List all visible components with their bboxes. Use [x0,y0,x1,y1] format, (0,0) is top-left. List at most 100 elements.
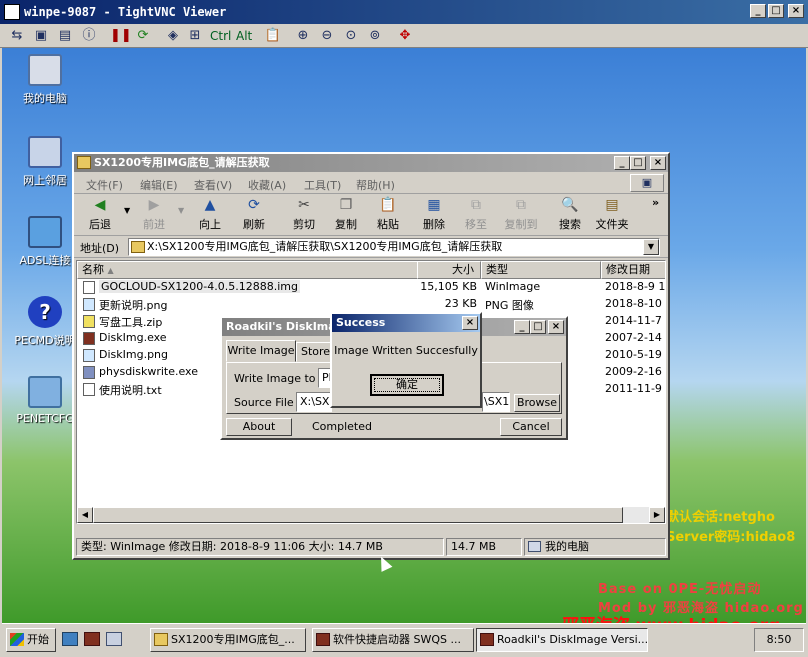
cut-icon: ✂ [298,197,310,213]
folder-icon [77,156,91,169]
task-diskimage[interactable]: Roadkil's DiskImage Versi... [476,628,648,652]
help-icon: ? [28,296,62,328]
options-icon[interactable]: ▤ [56,27,74,45]
address-dropdown-icon[interactable]: ▼ [643,239,659,255]
column-header-type[interactable]: 类型 [481,261,601,279]
tab-label: Store [301,345,331,358]
column-header-size[interactable]: 大小 [417,261,481,279]
watermark-session: 默认会话:netgho [666,510,775,525]
browse-button[interactable]: Browse [514,394,560,412]
minimize-button[interactable]: _ [614,156,630,170]
zoom-in-icon[interactable]: ⊕ [294,27,312,45]
start-button[interactable]: 开始 [6,628,56,652]
win-key-icon[interactable]: ⊞ [186,27,204,45]
cut-button[interactable]: ✂ 剪切 [282,196,326,232]
file-row[interactable]: GOCLOUD-SX1200-4.0.5.12888.img 15,105 KB… [77,279,665,296]
file-date: 2007-2-14 1 [605,331,666,344]
source-file-input[interactable]: X:\SX1 [296,392,332,412]
ctrl-key-button[interactable]: Ctrl [210,27,231,45]
quicklaunch-app-icon[interactable] [84,632,100,646]
close-button[interactable]: × [462,316,478,330]
search-label: 搜索 [559,218,581,231]
close-button[interactable]: × [650,156,666,170]
menu-edit[interactable]: 编辑(E) [140,177,178,193]
menu-bar: 文件(F) 编辑(E) 查看(V) 收藏(A) 工具(T) 帮助(H) ▣ [74,172,668,194]
minimize-button[interactable]: _ [514,320,530,334]
search-icon: 🔍 [561,197,579,213]
watermark-server: Server密码:hidao8 [666,530,796,545]
file-name: DiskImg.png [99,348,169,361]
menu-file[interactable]: 文件(F) [86,177,123,193]
maximize-button[interactable]: □ [630,156,646,170]
desktop-icon-network[interactable]: 网上邻居 [10,136,80,188]
close-button[interactable]: × [548,320,564,334]
menu-help[interactable]: 帮助(H) [356,177,395,193]
desktop-icon-my-computer[interactable]: 我的电脑 [10,54,80,106]
horizontal-scrollbar[interactable]: ◀ ▶ [77,507,665,523]
copy-to-icon: ⧉ [516,197,526,213]
column-header-date[interactable]: 修改日期 [601,261,665,279]
scroll-thumb[interactable] [93,507,623,523]
ok-button[interactable]: 确定 [370,374,444,396]
menu-view[interactable]: 查看(V) [194,177,232,193]
quicklaunch-computer-icon[interactable] [106,632,122,646]
network-config-icon [28,376,62,408]
paste-button[interactable]: 📋 粘贴 [366,196,410,232]
delete-label: 删除 [423,218,445,231]
source-file-input-tail[interactable]: \SX12 [482,392,510,412]
new-connection-icon[interactable]: ⇆ [8,27,26,45]
clipboard-icon[interactable]: 📋 [264,27,282,45]
tab-write-image[interactable]: Write Image [226,340,296,362]
column-label: 类型 [486,263,508,276]
desktop-icon-pecmd[interactable]: ? PECMD说明 [10,296,80,348]
move-to-button[interactable]: ⧉ 移至 [454,196,498,232]
maximize-button[interactable]: □ [768,4,784,18]
folders-button[interactable]: ▤ 文件夹 [590,196,634,232]
desktop-icon-penetcfg[interactable]: PENETCFG [10,376,80,425]
refresh-button[interactable]: ⟳ 刷新 [232,196,276,232]
scroll-left-icon[interactable]: ◀ [77,507,93,523]
menu-tools[interactable]: 工具(T) [304,177,341,193]
search-button[interactable]: 🔍 搜索 [548,196,592,232]
ctrl-alt-del-icon[interactable]: ◈ [164,27,182,45]
save-icon[interactable]: ▣ [32,27,50,45]
cancel-button[interactable]: Cancel [500,418,562,436]
pause-icon[interactable]: ❚❚ [110,27,132,45]
file-row[interactable]: 更新说明.png 23 KB PNG 图像 2018-8-10 1 [77,296,665,313]
zoom-out-icon[interactable]: ⊖ [318,27,336,45]
close-button[interactable]: × [788,4,804,18]
up-button[interactable]: ▲ 向上 [188,196,232,232]
png-file-icon [83,298,95,311]
success-title-bar[interactable]: Success × [332,314,480,332]
zoom-100-icon[interactable]: ⊙ [342,27,360,45]
delete-button[interactable]: ▦ 删除 [412,196,456,232]
menu-favorites[interactable]: 收藏(A) [248,177,286,193]
forward-dropdown-icon[interactable]: ▼ [178,206,184,215]
fullscreen-icon[interactable]: ✥ [396,27,414,45]
info-icon[interactable]: ⓘ [80,27,98,45]
explorer-title-bar[interactable]: SX1200专用IMG底包_请解压获取 _ □ × [74,154,668,172]
scroll-right-icon[interactable]: ▶ [649,507,665,523]
quicklaunch-desktop-icon[interactable] [62,632,78,646]
back-dropdown-icon[interactable]: ▼ [124,206,130,215]
toolbar-overflow-icon[interactable]: » [652,196,659,209]
back-button[interactable]: ◀ 后退 [78,196,122,232]
tab-store[interactable]: Store [296,342,332,362]
clock[interactable]: 8:50 [767,633,792,646]
copy-button[interactable]: ❐ 复制 [324,196,368,232]
desktop-icon-adsl[interactable]: ADSL连接 [10,216,80,268]
zoom-fit-icon[interactable]: ⊚ [366,27,384,45]
alt-key-button[interactable]: Alt [236,27,252,45]
refresh-icon[interactable]: ⟳ [134,27,152,45]
completed-status: Completed [312,420,372,433]
minimize-button[interactable]: _ [750,4,766,18]
task-launcher[interactable]: 软件快捷启动器 SWQS ... [312,628,474,652]
address-input[interactable]: X:\SX1200专用IMG底包_请解压获取\SX1200专用IMG底包_请解压… [128,238,660,256]
about-button[interactable]: About [226,418,292,436]
maximize-button[interactable]: □ [530,320,546,334]
system-tray: 8:50 [754,628,804,652]
success-dialog: Success × Image Written Succesfully 确定 [330,312,482,408]
forward-button[interactable]: ▶ 前进 [132,196,176,232]
task-explorer[interactable]: SX1200专用IMG底包_... [150,628,306,652]
copy-to-button[interactable]: ⧉ 复制到 [498,196,544,232]
